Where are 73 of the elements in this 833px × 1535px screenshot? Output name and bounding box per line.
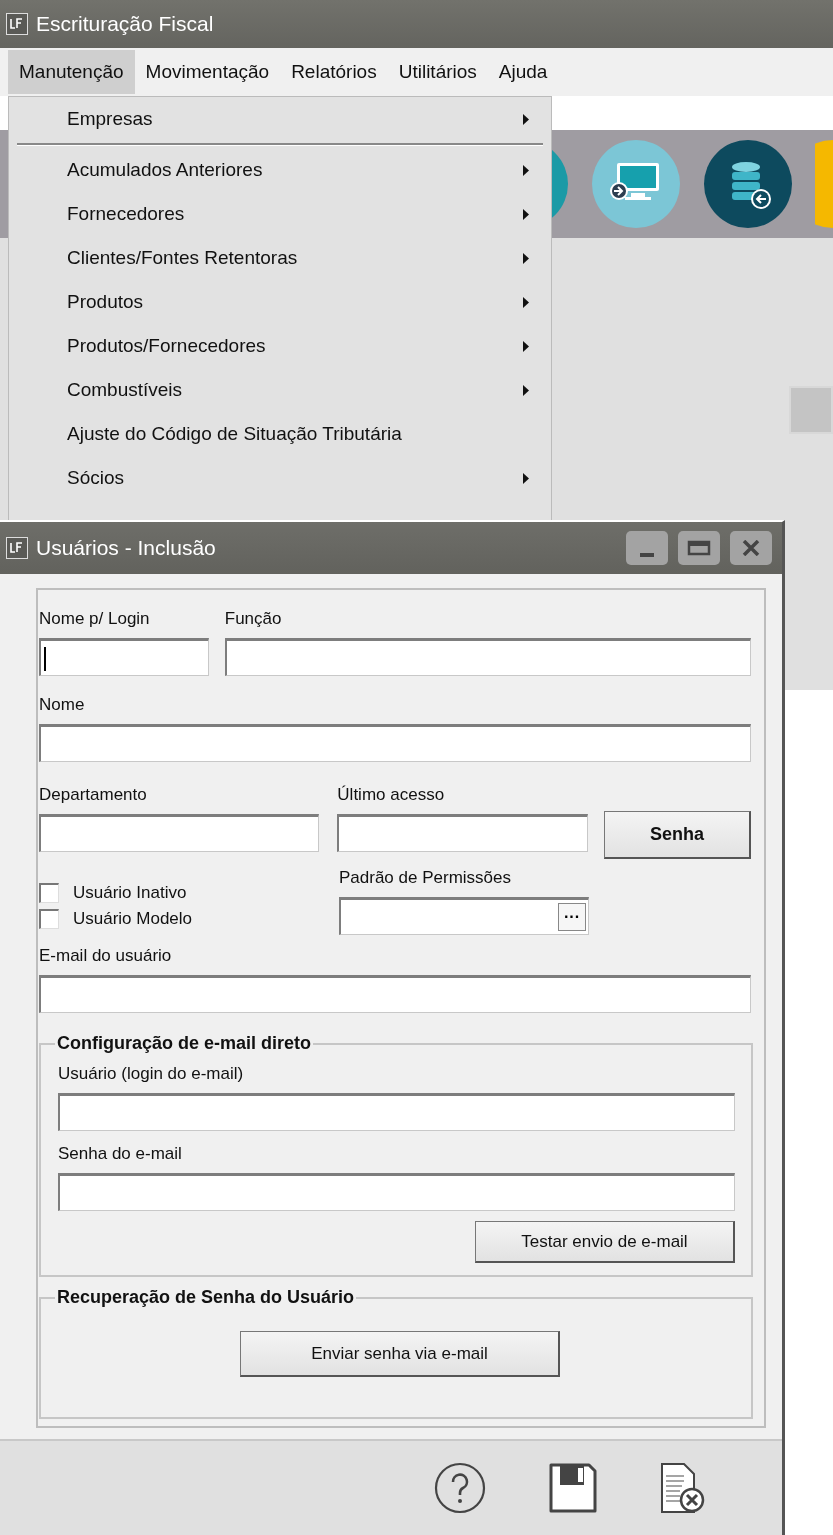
menu-item[interactable]: Ajuda [487,50,559,94]
help-icon[interactable] [434,1462,486,1514]
field-label: Nome [39,694,86,716]
menu-entry-label: Clientes/Fontes Retentoras [67,247,299,269]
menu-entry[interactable]: Produtos/Fornecedores [9,324,551,368]
menu-entry[interactable]: Empresas [9,97,551,141]
submenu-arrow-icon [523,113,529,125]
app-logo-icon [6,537,28,559]
menu-item[interactable]: Utilitários [387,50,488,94]
send-password-button[interactable]: Enviar senha via e-mail [240,1331,560,1377]
text-cursor [44,647,46,671]
close-icon [742,540,760,556]
text-field[interactable] [39,724,751,762]
minimize-icon [640,553,654,557]
maximize-button[interactable] [678,531,720,565]
menu-entry-label: Produtos [67,291,145,313]
field-label: Nome p/ Login [39,608,151,630]
menu-entry-label: Produtos/Fornecedores [67,335,267,357]
menu-entry[interactable]: Clientes/Fontes Retentoras [9,236,551,280]
text-field[interactable] [58,1093,735,1131]
menu-entry-label: Sócios [67,467,126,489]
menu-entry-label: Fornecedores [67,203,186,225]
field-label: Senha do e-mail [58,1143,183,1165]
test-email-button[interactable]: Testar envio de e-mail [475,1221,735,1263]
submenu-arrow-icon [523,384,529,396]
password-button[interactable]: Senha [603,811,751,859]
app-logo-icon [6,13,28,35]
text-field[interactable] [337,814,588,852]
checkbox-label: Usuário Inativo [73,883,187,903]
submenu-arrow-icon [523,208,529,220]
menu-entry-label: Empresas [67,108,154,130]
database-icon[interactable] [703,139,793,229]
field-label: Departamento [39,784,148,806]
checkbox-label: Usuário Modelo [73,909,193,929]
menu-entry[interactable]: Fornecedores [9,192,551,236]
minimize-button[interactable] [626,531,668,565]
menu-entry[interactable]: Produtos [9,280,551,324]
close-button[interactable] [730,531,772,565]
field-label: Função [224,608,283,630]
checkbox[interactable] [39,883,59,903]
dialog-title: Usuários - Inclusão [36,536,216,560]
menu-item[interactable]: Relatórios [280,50,388,94]
checkbox[interactable] [39,909,59,929]
field-label: Usuário (login do e-mail) [58,1063,245,1085]
save-icon[interactable] [548,1463,598,1513]
window-title: Escrituração Fiscal [36,12,214,36]
menu-entry[interactable]: Sócios [9,456,551,500]
text-field[interactable] [58,1173,735,1211]
menu-entry[interactable]: Acumulados Anteriores [9,148,551,192]
menu-entry-label: Combustíveis [67,379,184,401]
text-field[interactable] [39,814,320,852]
submenu-arrow-icon [523,340,529,352]
document-delete-icon[interactable] [660,1462,706,1514]
lookup-field[interactable]: ··· [339,897,589,935]
field-label: Último acesso [337,784,446,806]
field-label: Padrão de Permissões [339,867,512,889]
text-field[interactable] [224,638,751,676]
menu-entry-label: Ajuste do Código de Situação Tributária [67,423,403,445]
menu-entry[interactable]: Combustíveis [9,368,551,412]
submenu-arrow-icon [523,164,529,176]
submenu-arrow-icon [523,252,529,264]
menu-entry-label: Acumulados Anteriores [67,159,264,181]
text-field[interactable] [39,975,751,1013]
text-field[interactable] [39,638,209,676]
menu-entry[interactable]: Ajuste do Código de Situação Tributária [9,412,551,456]
submenu-arrow-icon [523,472,529,484]
field-label: E-mail do usuário [39,945,173,967]
monitor-icon[interactable] [591,139,681,229]
browse-button[interactable]: ··· [558,903,586,931]
menu-item[interactable]: Movimentação [134,50,281,94]
menu-item[interactable]: Manutenção [8,50,135,94]
submenu-arrow-icon [523,296,529,308]
maximize-icon [687,540,711,556]
